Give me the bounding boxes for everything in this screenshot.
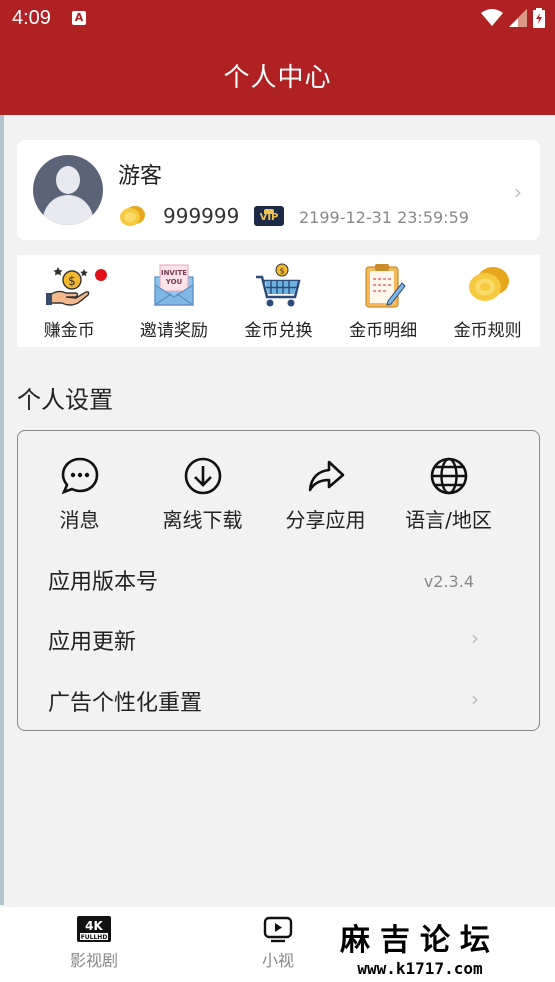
svg-text:YOU: YOU	[165, 278, 183, 286]
avatar-head	[56, 166, 80, 194]
4k-fullhd-icon: 4K FULLHD	[77, 916, 111, 942]
coin-balance: 999999	[163, 204, 240, 228]
quick-label: 分享应用	[285, 508, 366, 532]
tab-label: 小视	[261, 951, 294, 970]
vip-expire-date: 2199-12-31 23:59:59	[299, 208, 469, 227]
quick-label: 语言/地区	[405, 508, 492, 532]
app-version-value: v2.3.4	[423, 572, 474, 591]
svg-text:$: $	[68, 274, 76, 288]
gold-coins-icon	[468, 267, 509, 301]
user-card[interactable]: 游客 999999 VIP 2199-12-31 23:59:59 ›	[17, 140, 540, 240]
svg-text:FULLHD: FULLHD	[81, 934, 108, 941]
a-icon: A	[72, 11, 86, 25]
share-app-button[interactable]: 分享应用	[264, 456, 387, 536]
quick-actions: 消息 离线下载 分享应用 语言/地区	[18, 456, 539, 536]
chevron-right-icon: ›	[471, 687, 479, 711]
status-time: 4:09	[12, 7, 51, 29]
app-version-row: 应用版本号 v2.3.4	[48, 564, 499, 604]
svg-text:$: $	[280, 267, 285, 276]
menu-label: 金币兑换	[244, 321, 313, 341]
shopping-cart-icon: $	[256, 263, 302, 307]
username: 游客	[118, 164, 163, 189]
menu-label: 赚金币	[43, 321, 95, 341]
notification-dot	[95, 269, 107, 281]
message-button[interactable]: 消息	[18, 456, 141, 536]
tab-label: 影视剧	[69, 951, 118, 970]
language-region-button[interactable]: 语言/地区	[387, 456, 510, 536]
quick-label: 离线下载	[162, 508, 243, 532]
signal-icon	[509, 9, 527, 27]
status-bar: 4:09 A	[0, 0, 555, 38]
earn-coins-icon: $	[46, 267, 90, 306]
share-icon	[308, 460, 344, 492]
menu-label: 金币明细	[349, 321, 418, 341]
offline-download-button[interactable]: 离线下载	[141, 456, 264, 536]
avatar-body	[43, 195, 93, 225]
menu-invite-reward[interactable]: INVITE YOU 邀请奖励	[122, 255, 227, 347]
app-version-label: 应用版本号	[48, 570, 159, 595]
ad-reset-row[interactable]: 广告个性化重置 ›	[48, 685, 499, 725]
invite-envelope-icon: INVITE YOU	[154, 264, 194, 306]
tab-short-videos[interactable]: 小视	[250, 915, 306, 971]
watermark-title: 麻吉论坛	[340, 923, 500, 958]
menu-coin-rules[interactable]: 金币规则	[435, 255, 540, 347]
page-title: 个人中心	[223, 63, 332, 93]
vip-badge: VIP	[254, 206, 284, 226]
watermark-url: www.k1717.com	[357, 959, 483, 978]
wifi-icon	[481, 9, 503, 26]
invite-text: INVITE	[161, 269, 187, 277]
system-icons	[481, 8, 545, 28]
chevron-right-icon: ›	[514, 180, 522, 204]
coin-icon	[120, 206, 145, 226]
bottom-nav: 4K FULLHD 影视剧 小视 麻吉论坛 www.k1717.com	[0, 907, 555, 982]
edge-shadow	[0, 115, 4, 905]
message-icon	[61, 457, 98, 495]
globe-icon	[430, 457, 467, 495]
menu-label: 邀请奖励	[139, 321, 208, 341]
clipboard-icon	[365, 264, 406, 308]
svg-text:4K: 4K	[85, 919, 103, 933]
quick-label: 消息	[59, 508, 100, 532]
ad-reset-label: 广告个性化重置	[48, 691, 203, 716]
menu-earn-coins[interactable]: $ 赚金币	[17, 255, 122, 347]
watermark: 麻吉论坛 www.k1717.com	[340, 915, 500, 978]
app-update-row[interactable]: 应用更新 ›	[48, 624, 499, 664]
tab-movies[interactable]: 4K FULLHD 影视剧	[56, 915, 132, 971]
settings-title: 个人设置	[17, 386, 113, 414]
settings-panel: 消息 离线下载 分享应用 语言/地区 应用版本号 v2.3.4 应用更新 › 广…	[17, 430, 540, 731]
menu-coin-exchange[interactable]: $ 金币兑换	[226, 255, 331, 347]
coin-menu: $ 赚金币 INVITE YOU 邀请奖励 $ 金币兑换 金币明细 金币规则	[17, 255, 540, 347]
app-update-label: 应用更新	[48, 630, 137, 655]
video-play-icon	[263, 916, 293, 943]
avatar[interactable]	[33, 155, 103, 225]
menu-coin-details[interactable]: 金币明细	[331, 255, 436, 347]
download-icon	[184, 457, 221, 495]
menu-label: 金币规则	[453, 321, 522, 341]
app-header: 个人中心	[0, 38, 555, 115]
chevron-right-icon: ›	[471, 626, 479, 650]
battery-icon	[533, 8, 545, 28]
